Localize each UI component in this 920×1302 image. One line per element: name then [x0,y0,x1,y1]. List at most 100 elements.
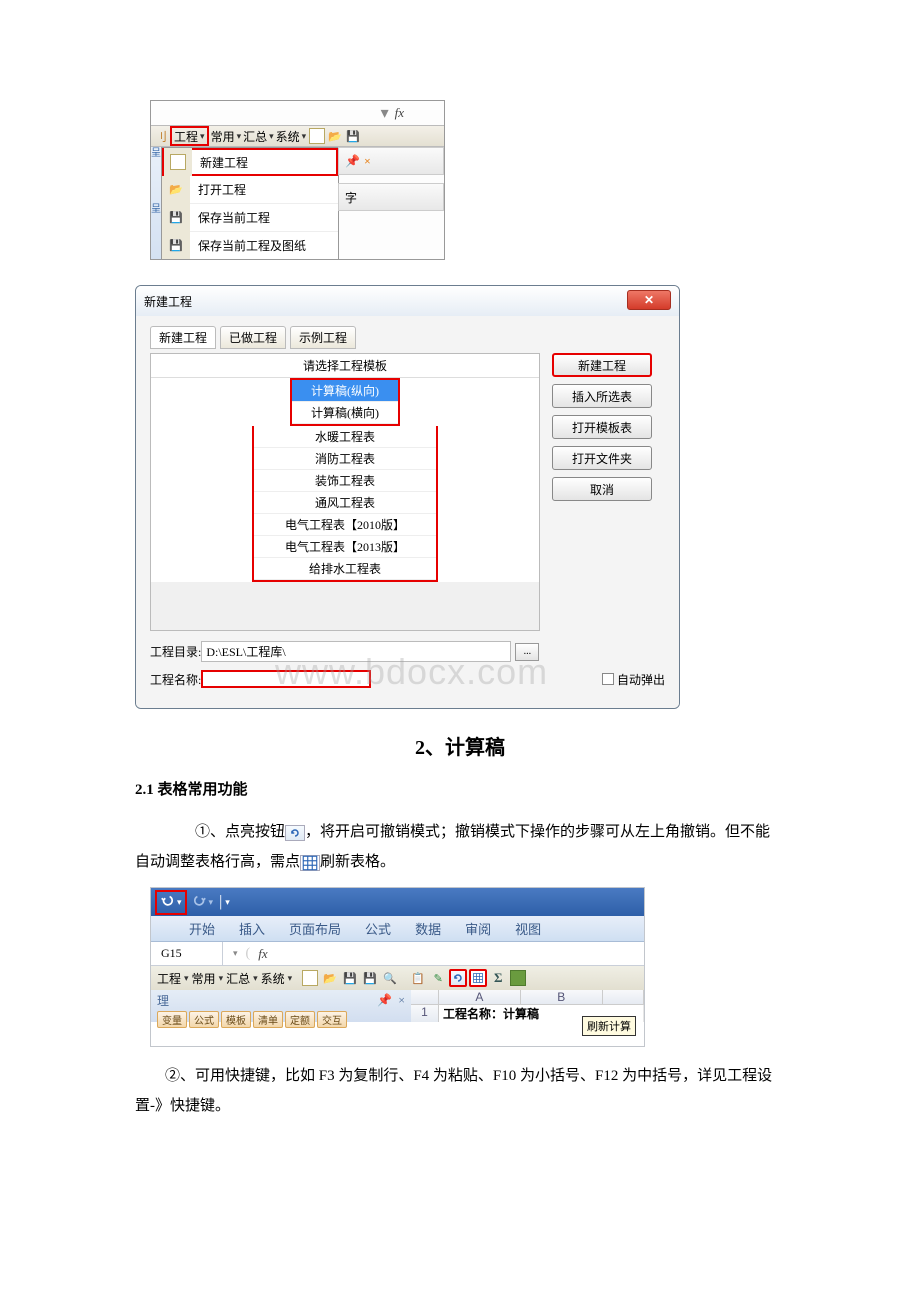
tab-new-project[interactable]: 新建工程 [150,326,216,349]
ribbon-tab-layout[interactable]: 页面布局 [289,919,341,938]
ribbon-tab-home[interactable]: 开始 [189,919,215,938]
save-config-icon: 💾 [168,238,184,254]
tab-done-project[interactable]: 已做工程 [220,326,286,349]
menu-system[interactable]: 系统 [274,128,302,145]
menu-item-label: 保存当前工程 [190,209,270,226]
btn-cancel[interactable]: 取消 [552,477,652,501]
template-item[interactable]: 水暖工程表 [254,426,436,448]
template-list: 请选择工程模板 计算稿(纵向) 计算稿(横向) 水暖工程表 消防工程表 装饰工程… [150,353,540,631]
browse-button[interactable]: ... [515,643,539,661]
paragraph-1: ①、点亮按钮，将开启可撤销模式；撤销模式下操作的步骤可从左上角撤销。但不能自动调… [135,817,785,877]
input-name[interactable] [201,670,371,688]
menu-item-label: 新建工程 [192,154,248,171]
para-text: 刷新表格。 [320,854,395,870]
tool-menu-system[interactable]: 系统 [261,970,285,987]
menu-item-new-project[interactable]: 新建工程 [162,148,338,176]
sigma-icon[interactable]: Σ [489,969,507,987]
tool-menu-summary[interactable]: 汇总 [226,970,250,987]
tab-example-project[interactable]: 示例工程 [290,326,356,349]
pin-icon[interactable]: 📌 [377,993,392,1008]
menu-item-open-project[interactable]: 📂 打开工程 [162,176,338,204]
tiny-tab[interactable]: 定额 [285,1011,315,1028]
diskette-icon: 💾 [168,210,184,226]
dialog-new-project: 新建工程 ✕ 新建工程 已做工程 示例工程 请选择工程模板 计算稿(纵向) 计算… [135,285,680,709]
close-icon[interactable]: × [398,993,405,1008]
template-item[interactable]: 装饰工程表 [254,470,436,492]
menu-common[interactable]: 常用 [209,128,237,145]
template-header: 请选择工程模板 [151,354,539,378]
close-x-icon[interactable]: × [364,154,371,169]
dialog-title: 新建工程 [144,293,192,310]
grid-icon [300,855,320,871]
menu-item-label: 打开工程 [190,181,246,198]
ribbon-tab-insert[interactable]: 插入 [239,919,265,938]
edit-icon[interactable]: ✎ [429,969,447,987]
redo-icon[interactable] [193,893,207,912]
qat-customize-icon[interactable]: ▾ [225,897,230,908]
panel-label: 理 [157,992,169,1009]
save-icon[interactable]: 💾 [341,969,359,987]
template-item[interactable]: 给排水工程表 [254,558,436,580]
paragraph-2: ②、可用快捷键，比如 F3 为复制行、F4 为粘贴、F10 为小括号、F12 为… [135,1061,785,1121]
fx-icon[interactable]: fx [258,946,267,962]
caret-icon[interactable]: ▾ [233,948,238,959]
btn-open-folder[interactable]: 打开文件夹 [552,446,652,470]
dropdown-caret-icon: ▾ [381,103,389,123]
new-file-icon[interactable] [309,128,325,144]
open-file-icon[interactable]: 📂 [327,128,343,144]
ribbon-tab-view[interactable]: 视图 [515,919,541,938]
btn-insert-selected[interactable]: 插入所选表 [552,384,652,408]
btn-open-template[interactable]: 打开模板表 [552,415,652,439]
new-file-icon[interactable] [301,969,319,987]
menu-project[interactable]: 工程 [174,128,198,145]
template-item[interactable]: 通风工程表 [254,492,436,514]
app-toolbar: 刂 工程▾ 常用▾ 汇总▾ 系统▾ 📂 💾 [151,125,444,147]
tiny-tab[interactable]: 公式 [189,1011,219,1028]
project-menu-dropdown: 新建工程 📂 打开工程 💾 保存当前工程 💾 保存当前工程及图纸 [161,147,339,260]
input-dir[interactable]: D:\ESL\工程库\ [201,641,511,662]
menu-item-save-project-drawings[interactable]: 💾 保存当前工程及图纸 [162,232,338,260]
tiny-tab[interactable]: 交互 [317,1011,347,1028]
checkbox-icon [602,673,614,685]
tool-menu-common[interactable]: 常用 [192,970,216,987]
caret-icon: ▾ [200,131,205,142]
open-file-icon[interactable]: 📂 [321,969,339,987]
tool-menu-project[interactable]: 工程 [157,970,181,987]
dialog-close-button[interactable]: ✕ [627,290,671,310]
template-item[interactable]: 电气工程表【2013版】 [254,536,436,558]
undo-mode-icon[interactable] [449,969,467,987]
quick-access-toolbar: ▾ ▾ | ▾ [151,888,644,916]
template-item[interactable]: 消防工程表 [254,448,436,470]
column-header[interactable]: B [521,990,603,1004]
name-box[interactable]: G15 [151,942,223,965]
template-item[interactable]: 计算稿(纵向) [292,380,398,402]
green-tool-icon[interactable] [509,969,527,987]
row-header[interactable]: 1 [411,1005,439,1022]
ribbon-tab-data[interactable]: 数据 [415,919,441,938]
print-preview-icon[interactable]: 🔍 [381,969,399,987]
template-item[interactable]: 电气工程表【2010版】 [254,514,436,536]
right-panel-stub: 📌 × 字 [338,147,444,219]
screenshot-menu-dropdown: ▾ fx 刂 工程▾ 常用▾ 汇总▾ 系统▾ 📂 💾 新建工程 📂 [150,100,445,260]
menu-summary[interactable]: 汇总 [241,128,269,145]
btn-new-project[interactable]: 新建工程 [552,353,652,377]
tiny-tab[interactable]: 模板 [221,1011,251,1028]
save-icon[interactable]: 💾 [345,128,361,144]
section-title: 2、计算稿 [135,731,785,760]
select-all-corner[interactable] [411,990,439,1004]
checkbox-auto-popup[interactable]: 自动弹出 [602,671,665,688]
ribbon-tab-review[interactable]: 审阅 [465,919,491,938]
tiny-tab[interactable]: 变量 [157,1011,187,1028]
ribbon-tab-formula[interactable]: 公式 [365,919,391,938]
tiny-tab[interactable]: 清单 [253,1011,283,1028]
template-item[interactable]: 计算稿(横向) [292,402,398,424]
left-gutter-1: 呈呈 [151,147,161,259]
save-config-icon[interactable]: 💾 [361,969,379,987]
column-header[interactable]: A [439,990,521,1004]
column-header-blank[interactable] [603,990,644,1004]
tool-icon-a[interactable]: 📋 [409,969,427,987]
refresh-grid-icon[interactable] [469,969,487,987]
undo-icon [285,825,305,841]
menu-item-save-project[interactable]: 💾 保存当前工程 [162,204,338,232]
undo-icon[interactable] [160,893,174,912]
